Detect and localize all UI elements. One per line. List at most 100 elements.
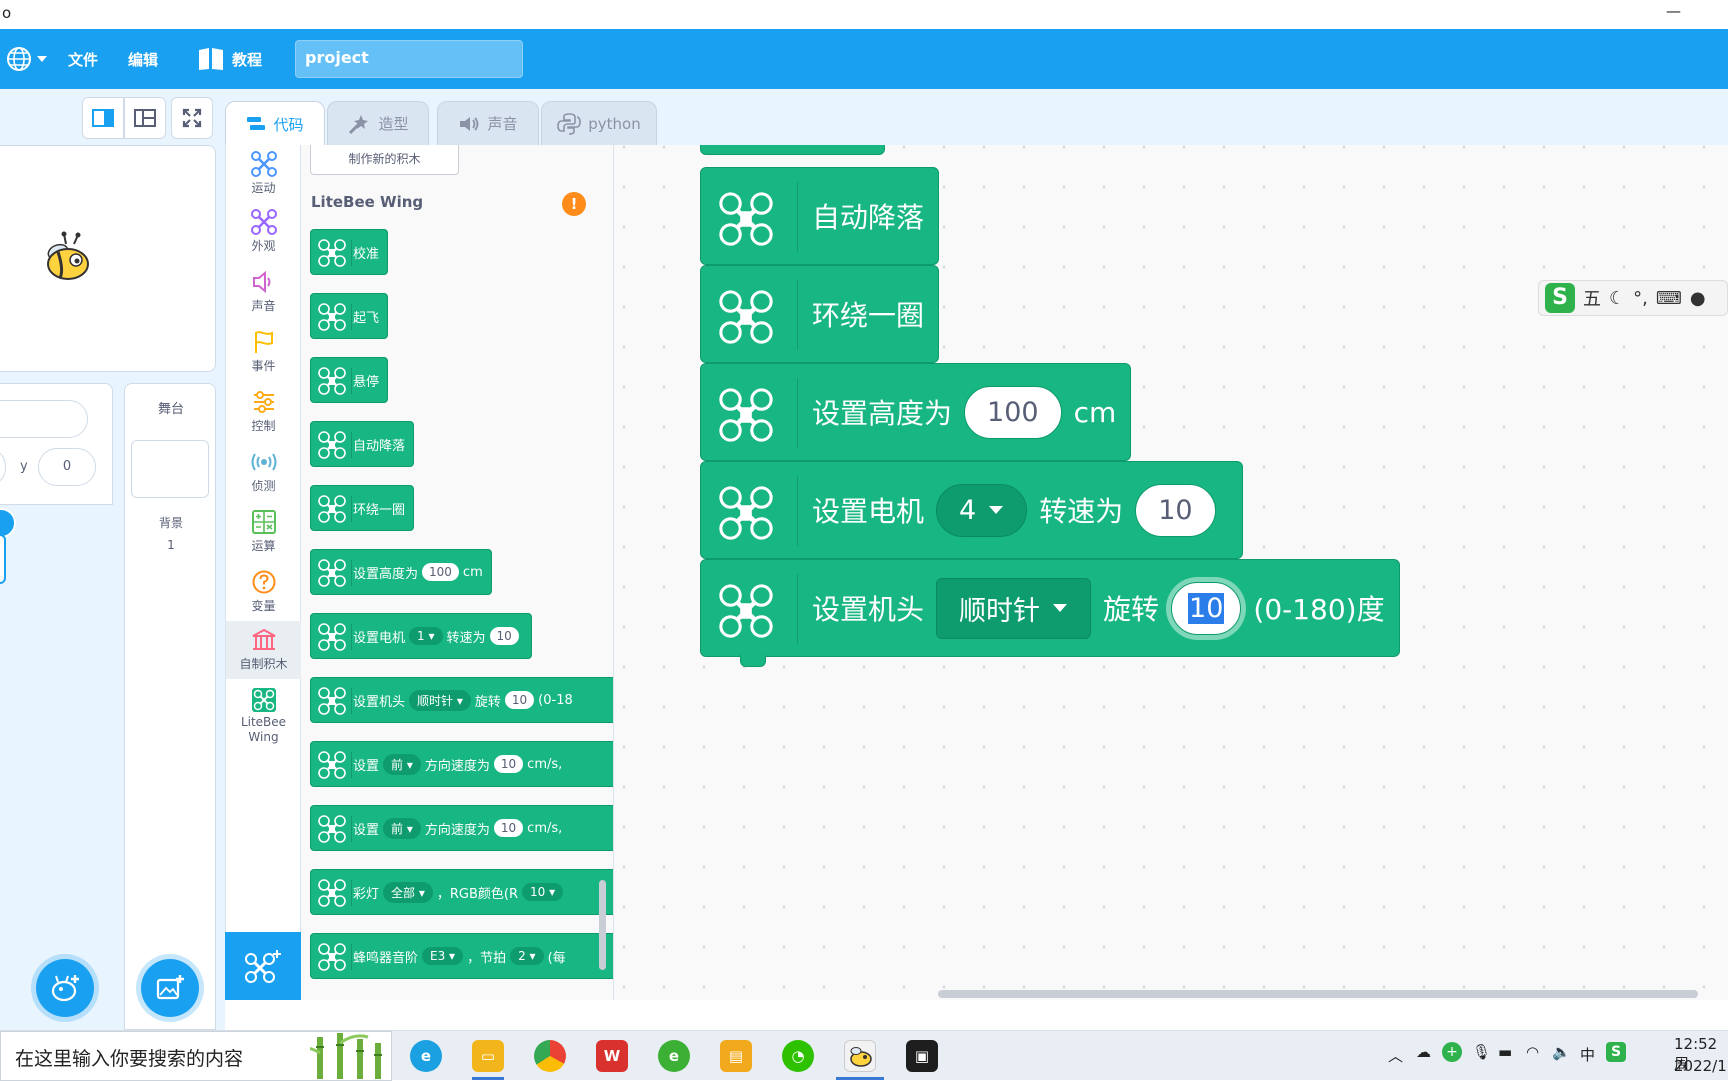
- sprite-y-input[interactable]: 0: [38, 448, 96, 486]
- motor-dropdown[interactable]: 4: [936, 483, 1028, 537]
- block-led[interactable]: 彩灯 全部 ▾ ，RGB颜色(R 10 ▾: [310, 869, 613, 915]
- block-hover[interactable]: 悬停: [310, 357, 389, 403]
- stage-select-panel[interactable]: 舞台 背景 1: [124, 383, 216, 1030]
- microphone-icon[interactable]: 🎙: [1472, 1043, 1491, 1061]
- rotate-angle-input-focused[interactable]: 10: [1171, 581, 1242, 635]
- category-control[interactable]: 控制: [226, 389, 301, 434]
- block-set-height[interactable]: 设置高度为 100 cm: [310, 549, 492, 595]
- speed-input[interactable]: 10: [493, 755, 524, 773]
- category-litebee-wing[interactable]: LiteBee Wing: [226, 687, 301, 745]
- stage-canvas[interactable]: [0, 145, 216, 372]
- palette-scrollbar[interactable]: [599, 880, 606, 970]
- speed-direction-dropdown[interactable]: 前 ▾: [383, 753, 421, 775]
- sprite-x-input[interactable]: [0, 448, 6, 486]
- backdrop-thumbnail[interactable]: [131, 440, 209, 498]
- workspace-scrollbar[interactable]: [938, 990, 1698, 998]
- clock-date[interactable]: 2022/1: [1674, 1057, 1727, 1075]
- script-block-set-motor[interactable]: 设置电机 4 转速为 10: [700, 461, 1243, 559]
- ime-toolbar[interactable]: S 五 ☾ °, ⌨ ●: [1538, 280, 1728, 316]
- rotate-angle-input[interactable]: 10: [504, 691, 535, 709]
- category-events[interactable]: 事件: [226, 329, 301, 374]
- height-input[interactable]: 100: [964, 385, 1062, 439]
- category-my-blocks[interactable]: 自制积木: [226, 621, 301, 679]
- small-stage-button[interactable]: [82, 97, 124, 139]
- battery-icon[interactable]: ▬: [1498, 1043, 1512, 1061]
- tab-costumes[interactable]: 造型: [327, 101, 429, 145]
- category-variables[interactable]: 变量: [226, 569, 301, 614]
- sprite-name-input[interactable]: [0, 400, 88, 438]
- block-auto-land[interactable]: 自动降落: [310, 421, 415, 467]
- notes-app-icon[interactable]: ▤: [720, 1040, 752, 1072]
- wechat-icon[interactable]: ◔: [782, 1040, 814, 1072]
- wps-icon[interactable]: W: [596, 1040, 628, 1072]
- category-operators[interactable]: 运算: [226, 509, 301, 554]
- note-dropdown[interactable]: E3 ▾: [422, 947, 464, 965]
- sprite-thumbnail[interactable]: [0, 534, 6, 584]
- minimize-button[interactable]: —: [1666, 2, 1681, 20]
- tab-sounds[interactable]: 声音: [437, 101, 539, 145]
- moon-icon[interactable]: ☾: [1609, 288, 1625, 309]
- ime-punctuation[interactable]: °,: [1633, 288, 1648, 309]
- block-buzzer[interactable]: 蜂鸣器音阶 E3 ▾ ，节拍 2 ▾ (每: [310, 933, 613, 979]
- speed-input[interactable]: 10: [493, 819, 524, 837]
- motor-dropdown[interactable]: 1 ▾: [409, 627, 443, 645]
- block-set-speed[interactable]: 设置前 ▾ 方向速度为 10 cm/s,: [310, 805, 613, 851]
- add-sprite-button[interactable]: [36, 959, 94, 1017]
- edit-menu[interactable]: 编辑: [128, 29, 158, 89]
- tutorial-menu[interactable]: 教程: [198, 29, 262, 89]
- led-red-dropdown[interactable]: 10 ▾: [522, 883, 564, 901]
- fullscreen-button[interactable]: [171, 97, 213, 139]
- led-target-dropdown[interactable]: 全部 ▾: [383, 881, 433, 903]
- backdrop-count: 1: [167, 538, 175, 552]
- add-extension-button[interactable]: [225, 932, 301, 1000]
- beat-dropdown[interactable]: 2 ▾: [510, 947, 544, 965]
- language-menu[interactable]: [6, 29, 48, 89]
- block-set-speed[interactable]: 设置前 ▾ 方向速度为 10 cm/s,: [310, 741, 613, 787]
- connection-warning-icon[interactable]: !: [562, 192, 586, 216]
- category-motion[interactable]: 运动: [226, 151, 301, 196]
- user-icon[interactable]: ●: [1690, 288, 1706, 309]
- cloud-icon[interactable]: ☁: [1416, 1043, 1431, 1061]
- script-block-circle[interactable]: 环绕一圈: [700, 265, 940, 363]
- code-workspace[interactable]: 自动降落 环绕一圈 设置高度为 100 cm 设置电机 4 转速为 10 设置机头 顺时针旋…: [614, 145, 1728, 1000]
- direction-dropdown[interactable]: 顺时针: [936, 577, 1092, 639]
- file-explorer-icon[interactable]: ▭: [472, 1040, 504, 1072]
- motor-speed-input[interactable]: 10: [1135, 483, 1216, 537]
- ime-mode[interactable]: 五: [1583, 285, 1601, 311]
- chrome-icon[interactable]: [534, 1040, 566, 1072]
- block-set-motor[interactable]: 设置电机 1 ▾ 转速为 10: [310, 613, 532, 659]
- script-block-set-head[interactable]: 设置机头 顺时针 旋转 10 (0-180)度: [700, 559, 1400, 657]
- edge-browser-icon[interactable]: e: [410, 1040, 442, 1072]
- script-block-partial[interactable]: [700, 145, 885, 155]
- project-title-input[interactable]: project: [295, 40, 523, 78]
- block-circle[interactable]: 环绕一圈: [310, 485, 415, 531]
- category-sound[interactable]: 声音: [226, 269, 301, 314]
- litebee-app-icon[interactable]: [844, 1040, 876, 1072]
- chevron-up-icon[interactable]: ︿: [1388, 1045, 1403, 1066]
- block-set-head[interactable]: 设置机头 顺时针 ▾ 旋转 10 (0-18: [310, 677, 613, 723]
- wifi-icon[interactable]: ◠: [1526, 1043, 1539, 1061]
- block-calibrate[interactable]: 校准: [310, 229, 389, 275]
- input-language[interactable]: 中: [1580, 1044, 1595, 1065]
- security-app-icon[interactable]: +: [1442, 1042, 1462, 1062]
- tab-code[interactable]: 代码: [225, 101, 325, 146]
- file-menu[interactable]: 文件: [68, 29, 98, 89]
- speed-direction-dropdown[interactable]: 前 ▾: [383, 817, 421, 839]
- block-takeoff[interactable]: 起飞: [310, 293, 389, 339]
- script-block-auto-land[interactable]: 自动降落: [700, 167, 940, 265]
- motor-speed-input[interactable]: 10: [489, 627, 519, 645]
- add-backdrop-button[interactable]: [141, 959, 199, 1017]
- ie-browser-icon[interactable]: e: [658, 1040, 690, 1072]
- keyboard-icon[interactable]: ⌨: [1656, 288, 1682, 309]
- large-stage-button[interactable]: [124, 97, 166, 139]
- volume-icon[interactable]: 🔈: [1552, 1043, 1571, 1061]
- height-input[interactable]: 100: [422, 563, 459, 581]
- category-looks[interactable]: 外观: [226, 209, 301, 254]
- sogou-ime-icon[interactable]: S: [1606, 1042, 1626, 1062]
- direction-dropdown[interactable]: 顺时针 ▾: [409, 689, 471, 711]
- script-block-set-height[interactable]: 设置高度为 100 cm: [700, 363, 1132, 461]
- video-recorder-icon[interactable]: ▣: [906, 1040, 938, 1072]
- make-block-button[interactable]: 制作新的积木: [310, 145, 459, 175]
- category-sensing[interactable]: 侦测: [226, 449, 301, 494]
- tab-python[interactable]: python: [541, 101, 657, 145]
